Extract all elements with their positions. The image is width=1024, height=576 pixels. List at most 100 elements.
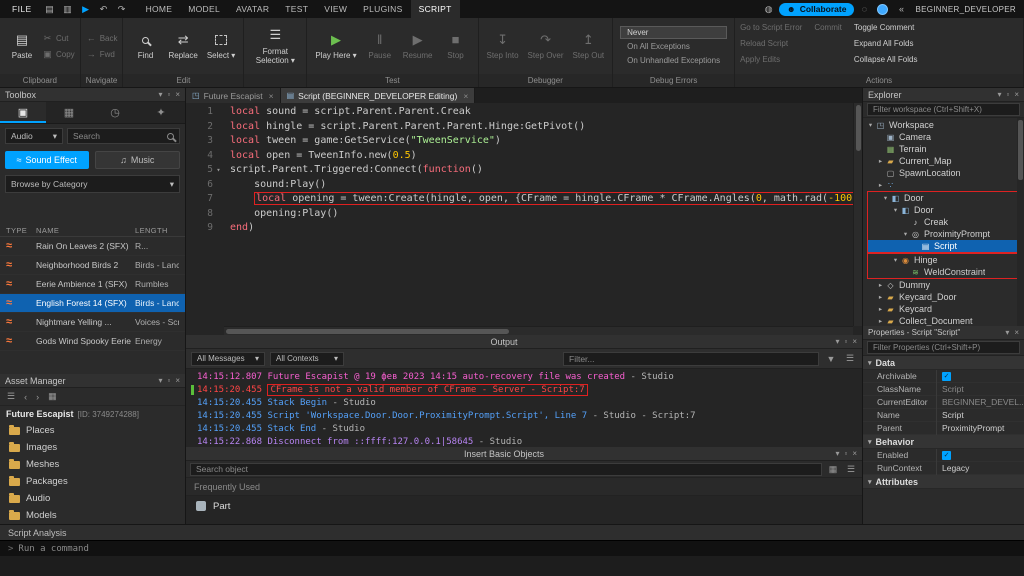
paste-button[interactable]: ▤ Paste [5,22,39,70]
toolbox-row[interactable]: ≈Nightmare Yelling ...Voices - Scr [0,313,185,332]
publish-icon[interactable]: ▥ [60,0,76,18]
view-grid-icon[interactable]: ▦ [826,464,840,475]
popout-icon[interactable]: ▫ [167,91,170,99]
explorer-scrollbar[interactable] [1017,118,1024,326]
tree-item-door[interactable]: ▾◧Door [868,204,1017,216]
code-line[interactable]: sound:Play() [230,178,862,193]
script-editor[interactable]: 12345▾6789 local sound = script.Parent.P… [186,103,862,335]
editor-code[interactable]: local sound = script.Parent.Parent.Creak… [224,103,862,335]
menubar-tab-model[interactable]: MODEL [180,0,228,18]
property-row-archivable[interactable]: Archivable✓ [863,370,1024,383]
play-icon[interactable]: ▶ [78,0,94,18]
reload-script-button[interactable]: Reload Script [740,38,802,49]
debug-errors-on-unhandled[interactable]: On Unhandled Exceptions [620,54,727,67]
music-toggle[interactable]: ♫Music [95,151,181,169]
close-icon[interactable]: × [1014,329,1019,337]
menubar-tab-view[interactable]: VIEW [316,0,355,18]
menubar-tab-test[interactable]: TEST [277,0,316,18]
commit-button[interactable]: Commit [814,22,842,33]
word-wrap-icon[interactable]: ☰ [843,353,857,364]
code-line[interactable]: local tween = game:GetService("TweenServ… [230,134,862,149]
tree-item-proximityprompt[interactable]: ▾◎ProximityPrompt [868,228,1017,240]
browse-by-category-dropdown[interactable]: Browse by Category▾ [5,175,180,193]
nav-forward-icon[interactable]: › [36,392,39,402]
popout-icon[interactable]: ▫ [844,338,847,346]
sound-effect-toggle[interactable]: ≈Sound Effect [5,151,89,169]
tree-item-keycard[interactable]: ▸▰Keycard [863,303,1024,315]
code-line[interactable]: local sound = script.Parent.Parent.Creak [230,105,862,120]
chevron-down-icon[interactable]: ▾ [158,377,162,385]
code-line[interactable]: script.Parent.Triggered:Connect(function… [230,163,862,178]
toolbox-tab-inventory[interactable]: ▦ [46,102,92,123]
go-to-script-error-button[interactable]: Go to Script Error [740,22,802,33]
view-grid-icon[interactable]: ▦ [48,391,57,402]
tree-item-dummy[interactable]: ▸◇Dummy [863,279,1024,291]
select-button[interactable]: Select ▾ [204,22,238,70]
step-over-button[interactable]: ↷ Step Over [525,22,567,70]
property-row-runcontext[interactable]: RunContextLegacy [863,462,1024,475]
chevron-down-icon[interactable]: ▾ [1005,329,1009,337]
tree-item-weldconstraint[interactable]: ≋WeldConstraint [868,266,1017,278]
hamburger-icon[interactable]: ☰ [7,391,15,402]
property-row-parent[interactable]: ParentProximityPrompt [863,422,1024,435]
copy-button[interactable]: ▣Copy [42,48,75,60]
menubar-tab-avatar[interactable]: AVATAR [228,0,277,18]
toggle-comment-button[interactable]: Toggle Comment [854,22,918,33]
apply-edits-button[interactable]: Apply Edits [740,54,802,65]
expand-arrow-icon[interactable]: ▾ [891,256,900,264]
editor-vertical-scrollbar[interactable] [853,103,862,326]
cut-button[interactable]: ✂Cut [42,32,75,44]
resume-button[interactable]: ▶ Resume [400,22,436,70]
explorer-filter-input[interactable]: Filter workspace (Ctrl+Shift+X) [867,103,1020,116]
expand-arrow-icon[interactable]: ▸ [876,157,885,165]
view-list-icon[interactable]: ☰ [844,464,858,475]
checkbox-checked[interactable]: ✓ [942,451,951,460]
close-icon[interactable]: × [1014,91,1019,99]
nav-back-icon[interactable]: ‹ [24,392,27,402]
collapse-all-folds-button[interactable]: Collapse All Folds [854,54,918,65]
toolbox-row[interactable]: ≈English Forest 14 (SFX)Birds - Lanc [0,294,185,313]
fold-arrow-icon[interactable]: ▾ [213,163,224,178]
insert-item-part[interactable]: Part [186,496,862,516]
frequently-used-section[interactable]: Frequently Used [186,478,862,496]
tree-item-current_map[interactable]: ▸▰Current_Map [863,155,1024,167]
menubar-tab-plugins[interactable]: PLUGINS [355,0,410,18]
property-row-currenteditor[interactable]: CurrentEditorBEGINNER_DEVEL... [863,396,1024,409]
toolbox-row[interactable]: ≈Neighborhood Birds 2Birds - Lanc [0,256,185,275]
section-attributes[interactable]: ▾Attributes [863,475,1024,489]
tree-item-workspace[interactable]: ▾◳Workspace [863,119,1024,131]
stop-button[interactable]: ■ Stop [439,22,473,70]
expand-arrow-icon[interactable]: ▸ [876,305,885,313]
output-lines[interactable]: 14:15:12.807 Future Escapist @ 19 фев 20… [186,369,862,447]
collaborate-button[interactable]: ☻ Collaborate [779,3,855,16]
close-icon[interactable]: × [852,450,857,458]
toolbox-row[interactable]: ≈Rain On Leaves 2 (SFX)R... [0,237,185,256]
file-menu[interactable]: FILE [4,0,40,18]
notifications-icon[interactable]: ◍ [761,0,777,18]
category-dropdown[interactable]: Audio▾ [5,128,63,144]
script-analysis-bar[interactable]: Script Analysis [0,524,1024,540]
expand-arrow-icon[interactable]: ▸ [876,317,885,325]
code-line[interactable]: local hingle = script.Parent.Parent.Pare… [230,120,862,135]
tree-item-terrain[interactable]: ▦Terrain [863,143,1024,155]
menubar-tab-script[interactable]: SCRIPT [411,0,460,18]
property-row-enabled[interactable]: Enabled✓ [863,449,1024,462]
step-into-button[interactable]: ↧ Step Into [484,22,522,70]
back-button[interactable]: ←Back [86,32,118,44]
toolbox-search-input[interactable]: Search [67,128,180,144]
expand-arrow-icon[interactable]: ▾ [866,121,875,129]
properties-filter-input[interactable]: Filter Properties (Ctrl+Shift+P) [867,341,1020,354]
expand-arrow-icon[interactable]: ▸ [876,181,885,189]
close-icon[interactable]: × [463,91,468,101]
tree-item-creak[interactable]: ♪Creak [868,216,1017,228]
property-row-name[interactable]: NameScript [863,409,1024,422]
code-line[interactable]: local opening = tween:Create(hingle, ope… [230,192,862,207]
tree-item-script[interactable]: ▤Script [868,240,1017,252]
replace-button[interactable]: ⇄ Replace [165,22,200,70]
asset-item-places[interactable]: Places [0,422,185,439]
tree-item-unnamed[interactable]: ▸∵ [863,179,1024,191]
editor-tab[interactable]: ◳Future Escapist× [186,88,281,103]
tree-item-spawnlocation[interactable]: ▢SpawnLocation [863,167,1024,179]
asset-item-audio[interactable]: Audio [0,490,185,507]
toolbox-tab-recent[interactable]: ◷ [92,102,138,123]
